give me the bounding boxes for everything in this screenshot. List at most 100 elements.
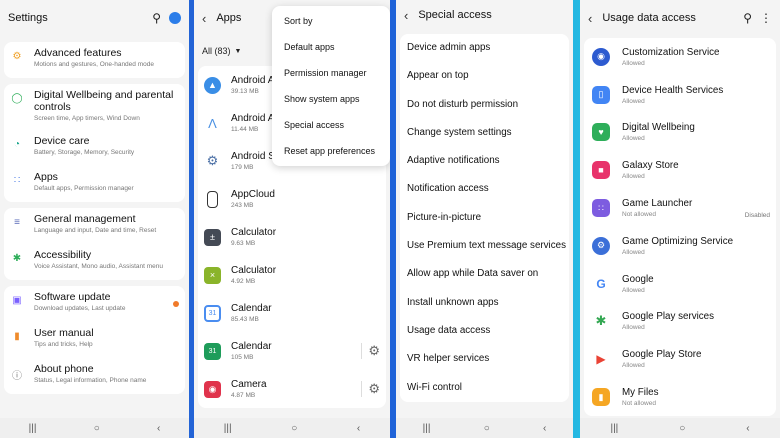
usage-app-row[interactable]: ▶ Google Play Store Allowed bbox=[584, 340, 776, 378]
special-access-panel: ‹ Special access Device admin apps Appea… bbox=[396, 0, 573, 438]
settings-group-3: ≡ General management Language and input, … bbox=[4, 208, 185, 280]
recents-button[interactable]: ||| bbox=[610, 423, 618, 434]
play-services-icon: ✱ bbox=[592, 312, 610, 331]
special-item-install-unknown-apps[interactable]: Install unknown apps bbox=[400, 289, 569, 317]
home-button[interactable]: ○ bbox=[679, 423, 685, 434]
menu-item-sort-by[interactable]: Sort by bbox=[272, 8, 390, 34]
special-item-adaptive-notifications[interactable]: Adaptive notifications bbox=[400, 147, 569, 175]
home-button[interactable]: ○ bbox=[291, 423, 297, 434]
usage-app-row[interactable]: ◉ Customization Service Allowed bbox=[584, 38, 776, 76]
settings-gear-icon[interactable]: ⚙ bbox=[361, 381, 380, 397]
app-row[interactable]: 31 Calendar 85.43 MB bbox=[198, 294, 386, 332]
app-name: Game Optimizing Service bbox=[622, 235, 734, 247]
search-icon[interactable]: ⚲ bbox=[743, 11, 752, 25]
menu-item-show-system-apps[interactable]: Show system apps bbox=[272, 86, 390, 112]
menu-item-permission-manager[interactable]: Permission manager bbox=[272, 60, 390, 86]
access-status: Allowed bbox=[622, 362, 645, 370]
app-size: 85.43 MB bbox=[231, 316, 259, 323]
back-button[interactable]: ‹ bbox=[746, 423, 749, 434]
usage-app-row[interactable]: ▯ Device Health Services Allowed bbox=[584, 76, 776, 114]
overflow-menu: Sort by Default apps Permission manager … bbox=[272, 6, 390, 166]
recents-button[interactable]: ||| bbox=[29, 423, 37, 434]
game-optimizing-icon: ⚙ bbox=[592, 236, 610, 255]
access-status: Allowed bbox=[622, 286, 645, 294]
special-item-appear-on-top[interactable]: Appear on top bbox=[400, 62, 569, 90]
settings-item-software-update[interactable]: ▣ Software update Download updates, Last … bbox=[4, 286, 185, 322]
settings-item-accessibility[interactable]: ✱ Accessibility Voice Assistant, Mono aud… bbox=[4, 244, 185, 280]
app-row[interactable]: ◉ Camera 4.87 MB ⚙ bbox=[198, 370, 386, 408]
usage-app-row[interactable]: ■ Galaxy Store Allowed bbox=[584, 151, 776, 189]
settings-item-sub: Voice Assistant, Mono audio, Assistant m… bbox=[34, 263, 163, 270]
app-name: AppCloud bbox=[231, 189, 275, 200]
settings-item-sub: Screen time, App timers, Wind Down bbox=[34, 115, 140, 122]
app-row[interactable]: ± Calculator 9.63 MB bbox=[198, 218, 386, 256]
settings-item-advanced-features[interactable]: ⚙ Advanced features Motions and gestures,… bbox=[4, 42, 185, 78]
special-item-premium-sms[interactable]: Use Premium text message services bbox=[400, 232, 569, 260]
settings-item-label: Digital Wellbeing and parental controls bbox=[34, 89, 174, 113]
android-accessibility-icon: Λ bbox=[204, 114, 221, 132]
back-arrow-icon[interactable]: ‹ bbox=[202, 11, 206, 26]
usage-data-access-panel: ‹ Usage data access ⚲ ⋮ ◉ Customization … bbox=[580, 0, 780, 438]
special-item-usage-data-access[interactable]: Usage data access bbox=[400, 317, 569, 345]
app-name: Game Launcher bbox=[622, 198, 693, 210]
app-name: Customization Service bbox=[622, 46, 720, 58]
special-item-dnd-permission[interactable]: Do not disturb permission bbox=[400, 91, 569, 119]
settings-item-sub: Status, Legal information, Phone name bbox=[34, 377, 147, 384]
google-icon: G bbox=[592, 274, 610, 293]
settings-item-about-phone[interactable]: ⓘ About phone Status, Legal information, … bbox=[4, 358, 185, 394]
settings-item-label: Apps bbox=[34, 171, 58, 183]
wellbeing-icon: ◯ bbox=[11, 93, 23, 104]
app-row[interactable]: × Calculator 4.92 MB bbox=[198, 256, 386, 294]
back-arrow-icon[interactable]: ‹ bbox=[404, 8, 408, 23]
app-size: 4.87 MB bbox=[231, 392, 256, 399]
settings-panel: Settings ⚲ ⚙ Advanced features Motions an… bbox=[0, 0, 189, 438]
settings-gear-icon[interactable]: ⚙ bbox=[361, 343, 380, 359]
app-row[interactable]: AppCloud 243 MB bbox=[198, 180, 386, 218]
menu-item-default-apps[interactable]: Default apps bbox=[272, 34, 390, 60]
settings-item-label: Accessibility bbox=[34, 249, 92, 261]
usage-app-row[interactable]: ✱ Google Play services Allowed bbox=[584, 303, 776, 341]
usage-app-row[interactable]: ▮ My Files Not allowed bbox=[584, 378, 776, 416]
game-launcher-icon: ∷ bbox=[592, 199, 610, 218]
app-name: Google Play Store bbox=[622, 349, 702, 361]
settings-item-general-management[interactable]: ≡ General management Language and input, … bbox=[4, 208, 185, 244]
filter-label: All (83) bbox=[202, 46, 231, 56]
home-button[interactable]: ○ bbox=[94, 423, 100, 434]
menu-item-special-access[interactable]: Special access bbox=[272, 112, 390, 138]
special-item-vr-helper[interactable]: VR helper services bbox=[400, 345, 569, 373]
settings-item-user-manual[interactable]: ▮ User manual Tips and tricks, Help bbox=[4, 322, 185, 358]
profile-icon[interactable] bbox=[169, 12, 181, 24]
settings-header: Settings ⚲ bbox=[0, 0, 189, 36]
special-item-device-admin[interactable]: Device admin apps bbox=[400, 34, 569, 62]
back-button[interactable]: ‹ bbox=[157, 423, 160, 434]
back-button[interactable]: ‹ bbox=[543, 423, 546, 434]
settings-item-device-care[interactable]: ◔ Device care Battery, Storage, Memory, S… bbox=[4, 130, 185, 166]
usage-app-row[interactable]: G Google Allowed bbox=[584, 265, 776, 303]
special-item-picture-in-picture[interactable]: Picture-in-picture bbox=[400, 204, 569, 232]
special-item-data-saver[interactable]: Allow app while Data saver on bbox=[400, 260, 569, 288]
recents-button[interactable]: ||| bbox=[423, 423, 431, 434]
page-title: Special access bbox=[418, 9, 492, 21]
special-item-notification-access[interactable]: Notification access bbox=[400, 175, 569, 203]
settings-item-apps[interactable]: ∷ Apps Default apps, Permission manager bbox=[4, 166, 185, 202]
special-item-change-system-settings[interactable]: Change system settings bbox=[400, 119, 569, 147]
home-button[interactable]: ○ bbox=[484, 423, 490, 434]
settings-item-sub: Download updates, Last update bbox=[34, 305, 126, 312]
usage-app-row[interactable]: ∷ Game Launcher Not allowed Disabled bbox=[584, 189, 776, 227]
back-button[interactable]: ‹ bbox=[357, 423, 360, 434]
app-name: Device Health Services bbox=[622, 84, 724, 96]
calculator-icon: ± bbox=[204, 228, 221, 246]
settings-group-4: ▣ Software update Download updates, Last … bbox=[4, 286, 185, 394]
more-options-icon[interactable]: ⋮ bbox=[760, 11, 772, 25]
app-row[interactable]: 31 Calendar 105 MB ⚙ bbox=[198, 332, 386, 370]
calendar-samsung-icon: 31 bbox=[204, 342, 221, 360]
usage-app-row[interactable]: ♥ Digital Wellbeing Allowed bbox=[584, 114, 776, 152]
recents-button[interactable]: ||| bbox=[224, 423, 232, 434]
settings-item-digital-wellbeing[interactable]: ◯ Digital Wellbeing and parental control… bbox=[4, 84, 185, 130]
back-arrow-icon[interactable]: ‹ bbox=[588, 11, 592, 26]
usage-app-row[interactable]: ⚙ Game Optimizing Service Allowed bbox=[584, 227, 776, 265]
special-item-wifi-control[interactable]: Wi-Fi control bbox=[400, 374, 569, 402]
search-icon[interactable]: ⚲ bbox=[152, 11, 161, 25]
menu-item-reset-app-preferences[interactable]: Reset app preferences bbox=[272, 138, 390, 164]
app-name: Galaxy Store bbox=[622, 160, 679, 172]
